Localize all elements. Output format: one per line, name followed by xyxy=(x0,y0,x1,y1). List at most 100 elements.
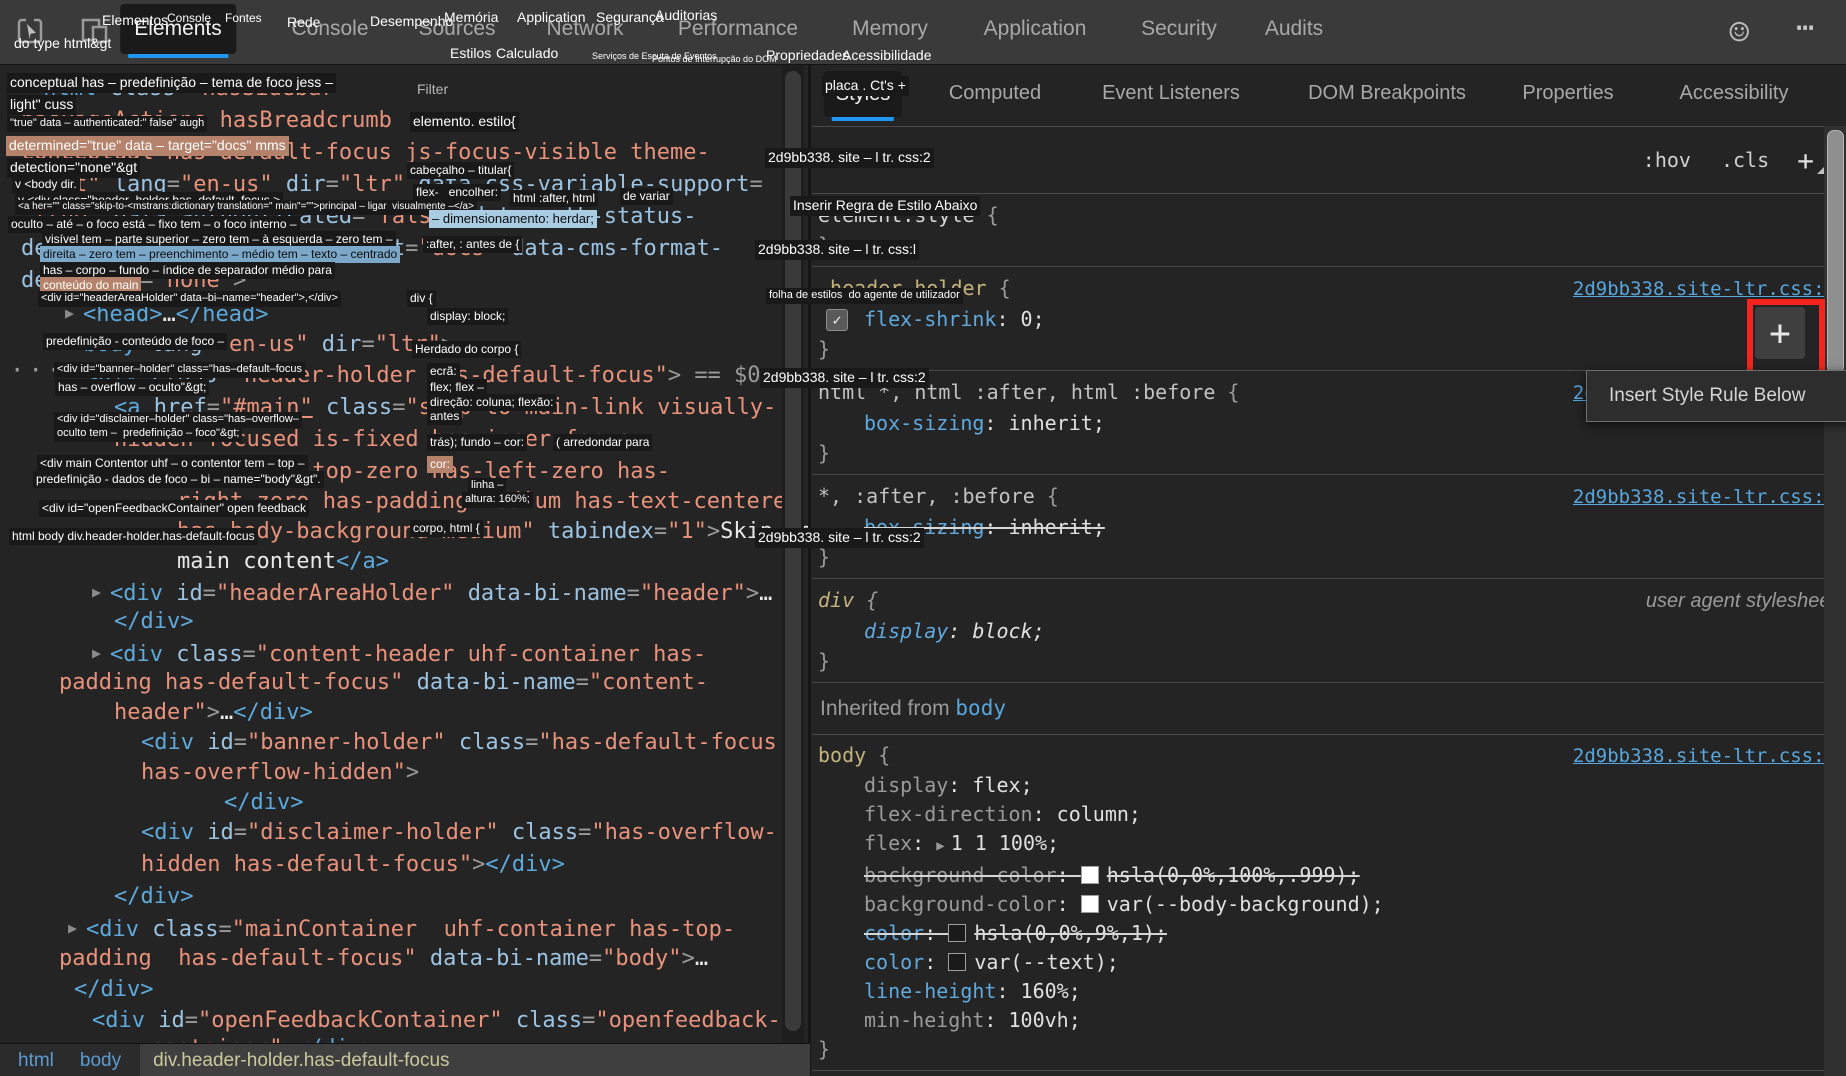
css-declaration[interactable]: background-color: hsla(0,0%,100%,.999); xyxy=(818,861,1836,890)
color-swatch[interactable] xyxy=(948,924,966,942)
sidebar-tab-properties[interactable]: Properties xyxy=(1510,65,1625,121)
sidebar-tab-dom-breakpoints[interactable]: DOM Breakpoints xyxy=(1296,65,1478,121)
tab-sources[interactable]: Sources xyxy=(404,0,509,58)
sidebar-tab-accessibility[interactable]: Accessibility xyxy=(1668,65,1801,121)
device-toolbar-icon[interactable] xyxy=(78,14,112,48)
declaration-checkbox[interactable]: ✓ xyxy=(826,309,848,331)
tab-memory[interactable]: Memory xyxy=(838,0,942,58)
dom-node-line[interactable]: ▶<div class="mainContainer uhf-container… xyxy=(68,915,735,943)
more-options-icon[interactable]: ⋯ xyxy=(1796,10,1816,45)
dom-node-line[interactable]: container"></div> xyxy=(150,1036,375,1043)
dom-node-line[interactable]: <div id="openFeedbackContainer" class="o… xyxy=(92,1008,781,1034)
css-declaration[interactable]: display: flex; xyxy=(818,771,1836,800)
expand-value-icon[interactable]: ▶ xyxy=(936,838,944,854)
sidebar-tab-event-listeners[interactable]: Event Listeners xyxy=(1090,65,1252,121)
sidebar-tab-styles[interactable]: Styles xyxy=(824,71,902,117)
inherited-body-link[interactable]: body xyxy=(955,696,1006,720)
dom-node-line[interactable]: <body lang="en-us" dir="ltr"> xyxy=(70,332,454,358)
dom-node-line[interactable]: hidden-focused is-fixed has-inner-focus xyxy=(114,427,631,453)
css-declaration[interactable]: min-height: 100vh; xyxy=(818,1006,1836,1035)
inspect-element-icon[interactable] xyxy=(14,14,48,48)
scrollbar-thumb[interactable] xyxy=(1827,130,1844,374)
rule-selector[interactable]: element.style { xyxy=(818,200,1836,230)
dom-node-line[interactable]: padding has-default-focus" data-bi-name=… xyxy=(59,946,708,972)
dom-node-line[interactable]: "true" data-authenticated="false" data-a… xyxy=(21,204,697,230)
rule-closing-brace: } xyxy=(818,646,1836,676)
style-rule: *, :after, :before {2d9bb338.site-ltr.cs… xyxy=(812,474,1846,578)
expand-arrow-icon[interactable]: ▶ xyxy=(92,583,101,601)
expand-arrow-icon[interactable]: ▶ xyxy=(68,919,77,937)
tab-network[interactable]: Network xyxy=(532,0,637,58)
ellipsis-gutter-icon[interactable]: ··· xyxy=(10,356,65,384)
dom-node-line[interactable]: hidden has-default-focus"></div> xyxy=(141,852,565,878)
dom-node-line-selected[interactable]: <div class="header-holder has-default-fo… xyxy=(85,363,761,389)
css-declaration[interactable]: line-height: 160%; xyxy=(818,977,1836,1006)
rule-selector[interactable]: .header-holder {2d9bb338.site-ltr.css:2 xyxy=(818,273,1836,304)
tab-console[interactable]: Console xyxy=(277,0,382,58)
dom-node-line[interactable]: light" lang="en-us" dir="ltr" data-css-v… xyxy=(21,172,763,198)
elements-scrollbar[interactable] xyxy=(782,65,804,1043)
style-rule: element.style {} xyxy=(812,194,1846,266)
tab-elements[interactable]: Elements xyxy=(120,4,236,54)
breadcrumb-item[interactable]: body xyxy=(67,1044,134,1076)
dom-node-line[interactable]: padding has-default-focus" data-bi-name=… xyxy=(59,670,708,696)
css-declaration[interactable]: ✓flex-shrink: 0; xyxy=(818,304,1836,334)
tab-performance[interactable]: Performance xyxy=(664,0,812,58)
feedback-smiley-icon[interactable]: ☺ xyxy=(1729,16,1749,50)
dom-node-line[interactable]: <a href="#main" class="skip-to-main-link… xyxy=(114,395,776,421)
css-declaration[interactable]: color: var(--text); xyxy=(818,948,1836,977)
dom-node-line[interactable]: <html class="hasSidebar xyxy=(30,76,335,102)
panel-divider[interactable] xyxy=(808,65,811,1076)
dom-node-line[interactable]: ▶<div id="headerAreaHolder" data-bi-name… xyxy=(92,579,772,607)
dom-node-line[interactable]: <div id="banner-holder" class="has-defau… xyxy=(141,730,777,756)
pseudo-state-toggle[interactable]: :hov xyxy=(1643,148,1691,172)
dom-node-line[interactable]: </div> xyxy=(114,884,193,910)
tab-audits[interactable]: Audits xyxy=(1251,0,1337,58)
css-declaration[interactable]: flex: ▶1 1 100%; xyxy=(818,829,1836,861)
css-declaration[interactable]: color: hsla(0,0%,9%,1); xyxy=(818,919,1836,948)
dom-node-line[interactable]: main content</a> xyxy=(177,549,389,575)
dom-node-line[interactable]: right-zero has-padding-medium has-text-c… xyxy=(177,489,800,515)
rule-selector[interactable]: div {user agent stylesheet xyxy=(818,585,1836,616)
dom-node-line[interactable]: </div> xyxy=(224,790,303,816)
dom-node-line[interactable]: </div> xyxy=(74,977,153,1003)
css-declaration[interactable]: display: block; xyxy=(818,616,1836,646)
breadcrumb-item[interactable]: html xyxy=(0,1044,67,1076)
dom-node-line[interactable]: ▶<head>…</head> xyxy=(65,300,268,328)
rule-selector[interactable]: *, :after, :before {2d9bb338.site-ltr.cs… xyxy=(818,481,1836,512)
css-declaration[interactable]: background-color: var(--body-background)… xyxy=(818,890,1836,919)
dom-node-line[interactable]: conceptual has-default-focus js-focus-vi… xyxy=(21,140,710,166)
dom-node-line[interactable]: determined="true" data-target="docs" dat… xyxy=(21,236,723,262)
styles-scrollbar[interactable] xyxy=(1824,126,1846,1076)
expand-arrow-icon[interactable]: ▶ xyxy=(65,304,74,322)
stylesheet-link[interactable]: 2d9bb338.site-ltr.css:2 xyxy=(1573,742,1836,771)
new-style-rule-button[interactable]: + xyxy=(1797,144,1814,177)
expand-arrow-icon[interactable]: ▶ xyxy=(92,644,101,662)
sidebar-tab-computed[interactable]: Computed xyxy=(937,65,1053,121)
dom-node-line[interactable]: focus-visible has-top-zero has-left-zero… xyxy=(74,459,670,485)
tab-security[interactable]: Security xyxy=(1127,0,1231,58)
dom-node-line[interactable]: ▶<div class="content-header uhf-containe… xyxy=(92,640,706,668)
css-declaration[interactable]: flex-direction: column; xyxy=(818,800,1836,829)
element-classes-toggle[interactable]: .cls xyxy=(1721,148,1769,172)
dom-node-line[interactable]: <div id="disclaimer-holder" class="has-o… xyxy=(141,820,777,846)
styles-filter-input[interactable] xyxy=(832,147,1613,173)
dom-node-line[interactable]: header">…</div> xyxy=(114,700,313,726)
stylesheet-link[interactable]: 2d9bb338.site-ltr.css:1 xyxy=(1573,482,1836,512)
tooltip-insert-style-rule: Insert Style Rule Below xyxy=(1586,370,1846,422)
tab-application[interactable]: Application xyxy=(970,0,1101,58)
style-rule: body, html {2d9bb338.site-ltr.css:2 xyxy=(812,1070,1846,1076)
color-swatch[interactable] xyxy=(1081,895,1099,913)
breadcrumb-item-active[interactable]: div.header-holder.has-default-focus xyxy=(140,1044,810,1076)
css-declaration[interactable]: box-sizing: inherit; xyxy=(818,512,1836,542)
dom-node-line[interactable]: has-body-background-medium" tabindex="1"… xyxy=(177,519,810,545)
dom-node-line[interactable]: detection="none"> xyxy=(21,268,246,294)
scrollbar-thumb[interactable] xyxy=(785,71,801,1031)
color-swatch[interactable] xyxy=(1081,866,1099,884)
color-swatch[interactable] xyxy=(948,953,966,971)
sidebar-tabs: Styles Computed Event Listeners DOM Breakpo… xyxy=(812,65,1846,127)
dom-node-line[interactable]: has-overflow-hidden"> xyxy=(141,760,419,786)
rule-selector[interactable]: body {2d9bb338.site-ltr.css:2 xyxy=(818,741,1836,771)
dom-node-line[interactable]: </div> xyxy=(114,609,193,635)
dom-node-line[interactable]: hasPageActions hasBreadcrumb xyxy=(21,108,392,134)
